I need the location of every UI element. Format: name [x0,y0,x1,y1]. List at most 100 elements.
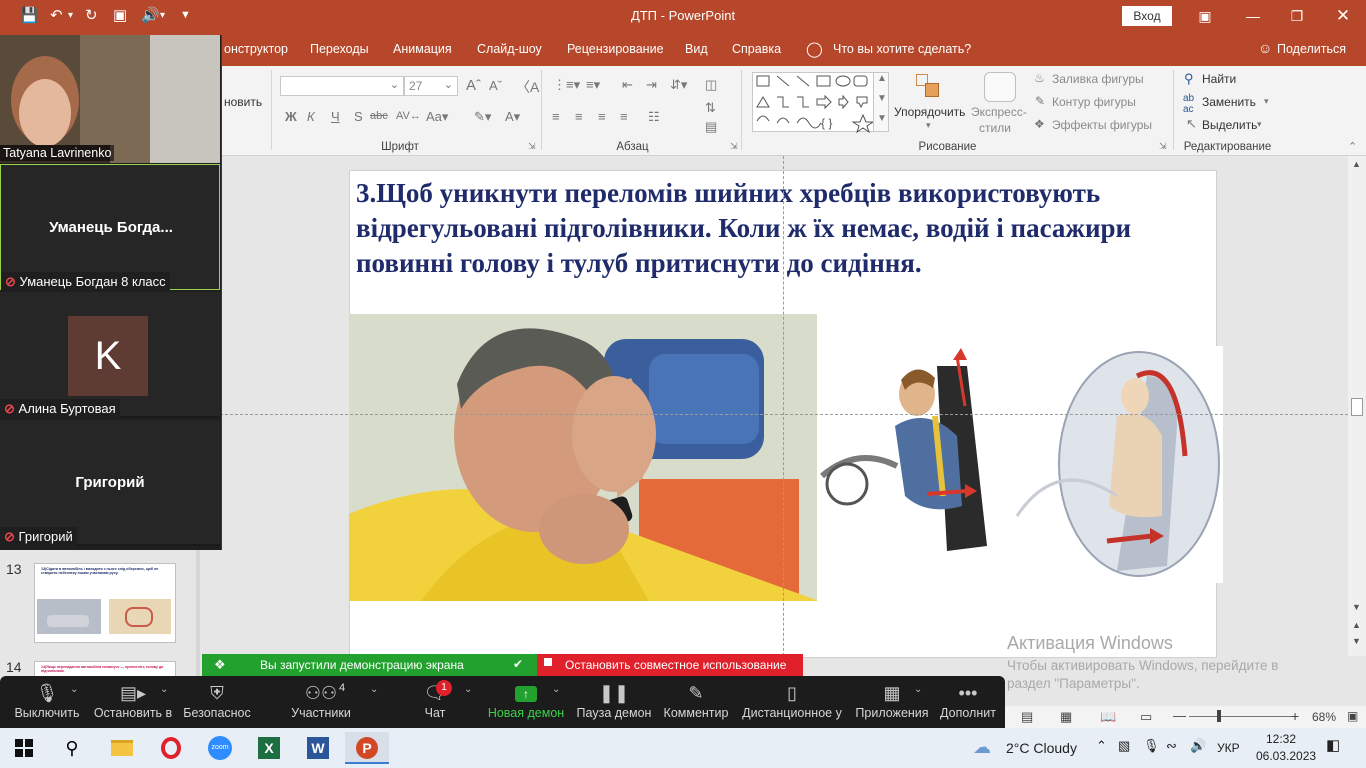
participant-tile-grigoriy[interactable]: Григорий ⊘ Григорий [0,420,220,547]
more-button[interactable]: ••• Дополнит [936,676,1000,728]
shape-effects-button[interactable]: Эффекты фигуры [1052,118,1152,132]
replace-dropdown-icon[interactable]: ▾ [1264,96,1269,107]
align-left-icon[interactable]: ≡ [552,109,560,124]
shape-fill-button[interactable]: Заливка фигуры [1052,72,1144,86]
zoom-out-icon[interactable]: — [1173,708,1186,723]
slide-diagram-headrest[interactable] [817,346,1223,583]
notifications-icon[interactable]: ◧ [1326,736,1340,754]
wifi-icon[interactable]: ∾ [1166,738,1177,754]
shapes-gallery[interactable]: { } [752,72,888,134]
justify-icon[interactable]: ≡ [620,109,628,124]
slide-sorter-icon[interactable]: ▦ [1060,709,1072,725]
align-right-icon[interactable]: ≡ [598,109,606,124]
weather-text[interactable]: 2°C Cloudy [1006,740,1077,756]
self-video-tile[interactable]: Tatyana Lavrinenko [0,35,220,163]
tell-me-search[interactable]: Что вы хотите сделать? [833,42,971,56]
underline-icon[interactable]: Ч [331,109,340,124]
quick-styles-label-2[interactable]: стили [979,121,1011,135]
microphone-tray-icon[interactable]: 🎙 [1143,738,1160,754]
slide-thumbnail-14[interactable]: 14)Якщо перекидання автомобіля неминуче … [34,661,176,676]
quick-styles-label-1[interactable]: Экспресс- [971,105,1027,119]
signin-button[interactable]: Вход [1122,6,1172,26]
clipboard-fragment-label[interactable]: новить [224,95,262,109]
slide-photo-man-holding-neck[interactable] [349,314,817,601]
clock-date[interactable]: 06.03.2023 [1256,749,1316,763]
shadow-icon[interactable]: S [354,109,363,124]
font-color-icon[interactable]: A▾ [505,109,520,125]
minimize-icon[interactable]: — [1238,4,1268,28]
zoom-level[interactable]: 68% [1312,710,1336,724]
video-options-caret-icon[interactable]: ⌄ [160,684,168,695]
start-button[interactable] [2,732,46,764]
security-button[interactable]: ⛨ Безопаснос [180,676,254,728]
change-case-icon[interactable]: Aa▾ [426,109,448,125]
participants-button[interactable]: ⚇⚇ Участники [286,676,356,728]
mute-options-caret-icon[interactable]: ⌄ [70,684,78,695]
drawing-dialog-launcher-icon[interactable]: ⇲ [1159,141,1167,152]
zoom-slider-thumb[interactable] [1217,710,1221,722]
paragraph-dialog-launcher-icon[interactable]: ⇲ [730,141,738,152]
collapse-ribbon-icon[interactable]: ⌃ [1348,140,1357,153]
arrange-dropdown-icon[interactable]: ▾ [926,120,931,131]
participants-caret-icon[interactable]: ⌄ [370,684,378,695]
tab-view[interactable]: Вид [685,42,708,56]
line-spacing-icon[interactable]: ⇵▾ [670,77,687,93]
font-size-combo[interactable]: 27 ⌄ [404,76,458,96]
decrease-font-icon[interactable]: Aˇ [489,78,502,93]
find-button[interactable]: Найти [1202,72,1236,86]
zoom-in-icon[interactable]: + [1291,708,1299,724]
scroll-down-icon[interactable]: ▼ [1352,602,1361,612]
chat-button[interactable]: 🗨 Чат [410,676,460,728]
stop-share-button[interactable]: Остановить совместное использование [537,654,803,676]
participant-tile-bogdan[interactable]: Уманець Богда... ⊘ Уманець Богдан 8 клас… [0,164,220,292]
fit-to-window-icon[interactable]: ▣ [1347,709,1358,723]
scroll-thumb[interactable] [1351,398,1363,416]
bold-icon[interactable]: Ж [285,109,297,124]
align-text-icon[interactable]: ▤ [705,119,717,135]
tab-transitions[interactable]: Переходы [310,42,369,56]
word-icon[interactable]: W [296,732,340,764]
align-center-icon[interactable]: ≡ [575,109,583,124]
vertical-scrollbar[interactable]: ▲ ▼ ▲ ▼ [1348,156,1366,656]
tab-help[interactable]: Справка [732,42,781,56]
drag-handle-icon[interactable]: ❖ [214,657,226,673]
text-direction-icon[interactable]: ⇅ [705,100,716,116]
strikethrough-icon[interactable]: abc [370,110,388,122]
annotate-button[interactable]: ✎ Комментир [660,676,732,728]
zoom-app-icon[interactable]: zoom [198,732,242,764]
arrange-button[interactable]: Упорядочить [894,105,965,119]
font-dialog-launcher-icon[interactable]: ⇲ [528,141,536,152]
chat-caret-icon[interactable]: ⌄ [464,684,472,695]
decrease-indent-icon[interactable]: ⇤ [622,77,633,93]
search-icon[interactable]: ⚲ [50,732,94,764]
ribbon-display-icon[interactable]: ▣ [1190,4,1220,28]
slide-body-text[interactable]: 3.Щоб уникнути переломів шийних хребців … [356,176,1206,281]
next-slide-icon[interactable]: ▼ [1352,636,1361,646]
scroll-up-icon[interactable]: ▲ [1352,159,1361,169]
tab-design[interactable]: онструктор [224,42,288,56]
slideshow-view-icon[interactable]: ▭ [1140,709,1152,725]
highlight-icon[interactable]: ✎▾ [474,109,491,125]
columns-icon[interactable]: ◫ [705,77,717,93]
select-dropdown-icon[interactable]: ▾ [1257,119,1262,130]
powerpoint-icon[interactable]: P [345,732,389,764]
close-icon[interactable]: ✕ [1328,4,1358,28]
replace-button[interactable]: Заменить [1202,95,1256,109]
file-explorer-icon[interactable] [100,732,144,764]
zoom-slider-track[interactable] [1189,716,1293,717]
battery-icon[interactable]: ▧ [1118,738,1130,754]
tab-slideshow[interactable]: Слайд-шоу [477,42,542,56]
maximize-icon[interactable]: ❐ [1282,4,1312,28]
clear-format-icon[interactable]: 〈A [516,77,539,97]
slide-thumbnail-13[interactable]: 13)Сідати в автомобіль і виходити з ньог… [34,563,176,643]
share-button[interactable]: Поделиться [1277,42,1346,56]
apps-caret-icon[interactable]: ⌄ [914,684,922,695]
shape-outline-button[interactable]: Контур фигуры [1052,95,1136,109]
columns-split-icon[interactable]: ☷ [648,109,660,125]
increase-font-icon[interactable]: Aˆ [466,77,481,94]
reading-view-icon[interactable]: 📖 [1100,709,1116,725]
char-spacing-icon[interactable]: AV↔ [396,110,421,122]
select-button[interactable]: Выделить [1202,118,1257,132]
tab-animations[interactable]: Анимация [393,42,452,56]
share-options-caret-icon[interactable]: ⌄ [552,684,560,695]
